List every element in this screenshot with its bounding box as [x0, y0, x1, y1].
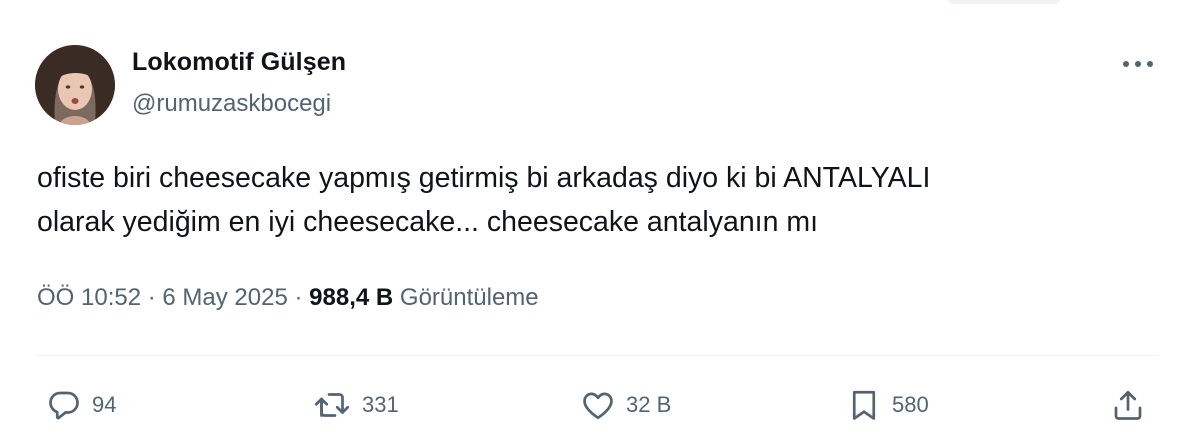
tweet-text: ofiste biri cheesecake yapmış getirmiş b…	[37, 156, 1147, 244]
display-name[interactable]: Lokomotif Gülşen	[132, 48, 346, 77]
share-icon	[1114, 390, 1142, 420]
bookmark-count: 580	[892, 392, 929, 417]
user-handle[interactable]: @rumuzaskbocegi	[132, 90, 331, 118]
reply-icon	[49, 391, 79, 420]
reply-count: 94	[92, 392, 117, 417]
retweet-button[interactable]: 331	[312, 383, 399, 427]
more-icon	[1123, 61, 1153, 67]
like-count: 32 B	[626, 392, 672, 417]
bookmark-icon	[852, 390, 876, 420]
more-options-button[interactable]	[1118, 48, 1158, 80]
views-count[interactable]: 988,4 B	[309, 284, 393, 311]
tweet-time[interactable]: ÖÖ 10:52	[37, 284, 141, 311]
tweet-date[interactable]: 6 May 2025	[162, 284, 287, 311]
reply-button[interactable]: 94	[46, 383, 116, 427]
share-button[interactable]	[1110, 383, 1146, 427]
meta-separator: ·	[294, 284, 303, 311]
divider	[35, 355, 1159, 356]
retweet-icon	[314, 393, 350, 417]
tweet-text-line: olarak yediğim en iyi cheesecake... chee…	[37, 206, 819, 238]
avatar-image	[35, 45, 115, 125]
tweet-meta: ÖÖ 10:52 · 6 May 2025 · 988,4 B Görüntül…	[37, 284, 539, 312]
views-label: Görüntüleme	[399, 284, 539, 311]
tweet-text-line: ofiste biri cheesecake yapmış getirmiş b…	[37, 162, 931, 194]
retweet-count: 331	[362, 392, 399, 417]
tweet-card: Lokomotif Gülşen @rumuzaskbocegi ofiste …	[0, 0, 1181, 448]
like-button[interactable]: 32 B	[580, 383, 671, 427]
bookmark-button[interactable]: 580	[846, 383, 929, 427]
avatar[interactable]	[35, 45, 115, 125]
meta-separator: ·	[147, 284, 156, 311]
like-icon	[583, 392, 613, 420]
